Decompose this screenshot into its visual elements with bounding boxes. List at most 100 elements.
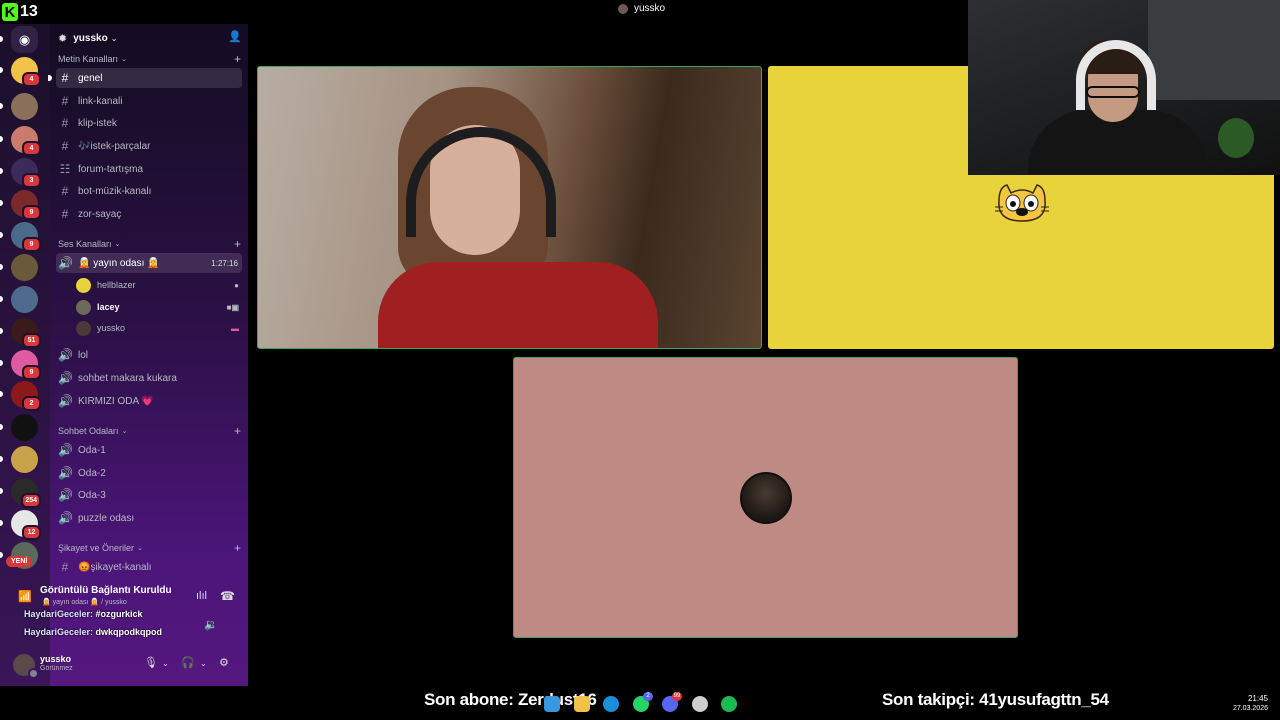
voice-subtitle[interactable]: 🧝 yayın odası 🧝 / yussko [42,598,127,606]
steam-icon[interactable] [692,696,708,712]
server-3-icon[interactable]: 4 [0,126,41,156]
server-header[interactable]: ✹ yussko ⌄ 👤 [58,30,242,46]
video-feed [378,262,658,348]
speaker-icon: 🔊 [58,394,73,408]
voice-user-yussko[interactable]: yussko ▬ [76,318,239,338]
voice-user-lacey[interactable]: lacey ■▣ [76,297,239,317]
hash-icon: # [61,116,69,130]
voice-user-name: hellblazer [97,280,136,290]
headphones-icon[interactable]: 🎧 [181,656,195,669]
channel-forum-tartisma[interactable]: ☷ forum-tartışma [56,159,242,179]
category-label: Ses Kanalları [58,239,112,249]
server-sbins-icon[interactable]: 3 [0,158,41,188]
channel-sikayet-kanali[interactable]: # 😡şikayet-kanalı [56,557,242,577]
windows-icon[interactable] [544,696,560,712]
explorer-icon[interactable] [574,696,590,712]
voice-channel-puzzle[interactable]: 🔊 puzzle odası [56,508,242,528]
channel-istek-parcalar[interactable]: # 🎶istek-parçalar [56,136,242,156]
activity-icon: ▬ [231,323,239,333]
server-6-icon[interactable]: 9 [0,222,41,252]
channel-label: Oda-1 [78,444,106,456]
signal-icon[interactable]: 📶 [18,590,32,603]
chevron-down-icon[interactable]: ⌄ [162,659,169,668]
voice-user-hellblazer[interactable]: hellblazer ● [76,275,239,295]
server-9-icon[interactable]: 51 [0,318,41,348]
add-channel-icon[interactable]: + [234,424,241,438]
noise-suppression-icon[interactable]: ılıl [196,590,207,602]
soundboard-icon[interactable]: 🔉 [204,618,218,631]
clock-date[interactable]: 27.03.2026 [1233,705,1268,712]
video-tile-lacey[interactable] [257,66,762,349]
avatar [740,472,792,524]
channel-label: KIRMIZI ODA 💗 [78,395,154,407]
chevron-down-icon[interactable]: ⌄ [200,659,207,668]
user-name[interactable]: yussko [40,654,71,664]
voice-status[interactable]: Görüntülü Bağlantı Kuruldu [40,585,172,596]
voice-channel-oda-1[interactable]: 🔊 Oda-1 [56,440,242,460]
voice-channel-oda-2[interactable]: 🔊 Oda-2 [56,463,242,483]
category-complaints[interactable]: Şikayet ve Öneriler ⌄ + [58,541,241,555]
channel-label: Oda-3 [78,489,106,501]
video-tile-yussko[interactable] [513,357,1018,638]
disconnect-icon[interactable]: ☎ [220,589,235,603]
voice-channel-kirmizi-oda[interactable]: 🔊 KIRMIZI ODA 💗 [56,391,242,411]
server-icon: ✹ [58,32,68,45]
server-5-icon[interactable]: 9 [0,190,41,220]
category-voice-channels[interactable]: Ses Kanalları ⌄ + [58,237,241,251]
hash-icon: # [61,207,69,221]
speaker-icon: 🔊 [58,348,73,362]
category-label: Metin Kanalları [58,54,119,64]
server-jake-icon[interactable]: 4 [0,57,41,87]
voice-channel-lol[interactable]: 🔊 lol [56,345,242,365]
microphone-icon[interactable]: 🎙 [144,656,158,669]
channel-label: bot-müzik-kanalı [78,185,152,197]
avatar [76,320,91,336]
edge-icon[interactable] [603,696,619,712]
mention-badge: 4 [22,72,41,87]
channel-bot-muzik[interactable]: # bot-müzik-kanalı [56,181,242,201]
webcam-person [1076,40,1156,110]
server-13-icon[interactable] [0,446,38,473]
server-2-icon[interactable] [0,93,38,120]
server-14-icon[interactable]: 254 [0,478,41,508]
webcam-background [1218,118,1254,158]
channel-genel[interactable]: # genel [48,68,242,88]
channel-klip-istek[interactable]: # klip-istek [56,113,242,133]
channel-zor-sayac[interactable]: # zor-sayaç [56,204,242,224]
chat-message: HaydariGeceler: dwkqpodkqpod [24,627,162,637]
server-7-icon[interactable] [0,254,38,281]
last-subscriber: Son abone: Zerdust16 [424,690,597,709]
channel-label: lol [78,349,89,361]
channel-label: zor-sayaç [78,208,122,220]
voice-channel-sohbet-makara[interactable]: 🔊 sohbet makara kukara [56,368,242,388]
clock-time[interactable]: 21:45 [1248,694,1268,703]
add-channel-icon[interactable]: + [234,541,241,555]
server-kick-icon[interactable] [0,414,38,441]
hash-icon: # [61,560,69,574]
server-11-icon[interactable]: 2 [0,381,41,411]
category-text-channels[interactable]: Metin Kanalları ⌄ + [58,52,241,66]
spotify-icon[interactable] [721,696,737,712]
mention-badge: 4 [22,141,41,156]
add-channel-icon[interactable]: + [234,52,241,66]
voice-channel-yayin-odasi[interactable]: 🔊 🧝 yayın odası 🧝 1:27:16 [56,253,242,273]
server-8-icon[interactable] [0,286,38,313]
kick-number: 13 [20,3,38,20]
channel-link-kanali[interactable]: # link-kanali [56,91,242,111]
mention-badge: 9 [22,205,41,220]
add-user-icon[interactable]: 👤 [228,30,242,43]
server-15-icon[interactable]: 12 [0,510,41,540]
voice-channel-oda-3[interactable]: 🔊 Oda-3 [56,485,242,505]
hash-icon: # [61,139,69,153]
webcam-person [1086,86,1140,98]
mention-badge: 12 [22,525,41,540]
speaker-icon: 🔊 [58,371,73,385]
server-10-icon[interactable]: 9 [0,350,41,380]
speaker-icon: 🔊 [58,443,73,457]
add-channel-icon[interactable]: + [234,237,241,251]
settings-gear-icon[interactable]: ⚙ [219,656,229,669]
category-chat-rooms[interactable]: Sohbet Odaları ⌄ + [58,424,241,438]
discord-home-icon[interactable]: ◉ [0,26,38,53]
server-name: yussko [73,32,108,44]
call-avatar [618,3,628,14]
